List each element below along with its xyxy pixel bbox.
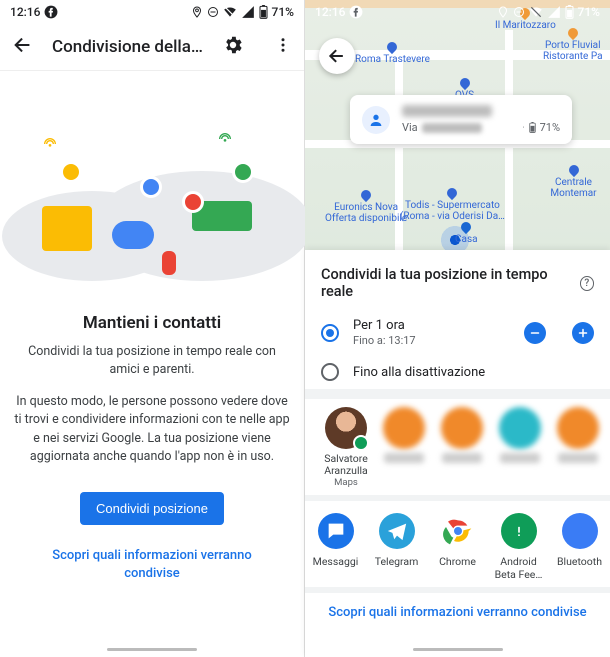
contact-name xyxy=(500,453,540,463)
map-poi[interactable]: Todis - Supermercato(Roma - via Oderisi … xyxy=(400,188,505,222)
contact-item[interactable]: Salvatore AranzullaMaps xyxy=(317,407,375,489)
apps-row[interactable]: MessaggiTelegramChromeAndroid Beta Fee…B… xyxy=(305,501,610,587)
app-item-chrome[interactable]: Chrome xyxy=(429,513,487,581)
map-poi[interactable]: Euronics NovaOfferta disponibile xyxy=(325,190,407,224)
status-battery: 71% xyxy=(578,5,600,19)
radio-selected-icon[interactable] xyxy=(321,324,339,342)
app-label: Chrome xyxy=(429,555,487,568)
bluetooth-icon xyxy=(562,513,598,549)
contact-item[interactable] xyxy=(491,407,549,489)
app-item-telegram[interactable]: Telegram xyxy=(368,513,426,581)
app-label: Telegram xyxy=(368,555,426,568)
location-icon xyxy=(191,6,203,18)
more-icon[interactable] xyxy=(274,36,292,58)
contact-item[interactable] xyxy=(375,407,433,489)
option-hour-label: Per 1 ora xyxy=(353,318,510,333)
location-card-meta: Via · 71% xyxy=(402,105,560,134)
status-time: 12:16 xyxy=(10,5,40,19)
learn-more-link[interactable]: Scopri quali informazioni verranno condi… xyxy=(305,593,610,632)
wifi-off-icon xyxy=(529,5,543,19)
feedback-icon xyxy=(501,513,537,549)
contact-item[interactable] xyxy=(549,407,607,489)
messages-icon xyxy=(318,513,354,549)
person-icon xyxy=(362,106,390,134)
share-bottom-sheet: Condividi la tua posizione in tempo real… xyxy=(305,250,610,657)
app-label: Messaggi xyxy=(307,555,365,568)
signal-icon xyxy=(241,5,255,19)
option-until-off-label: Fino alla disattivazione xyxy=(353,365,594,380)
app-label: Bluetooth xyxy=(551,555,609,568)
back-icon[interactable] xyxy=(12,34,34,60)
screen-share-sheet: Roma TrastevereIl MaritozzaroPorto Fluvi… xyxy=(305,0,610,657)
contact-name xyxy=(442,453,482,463)
location-card-name-redacted xyxy=(402,105,492,117)
heading: Mantieni i contatti xyxy=(0,313,304,333)
map-poi[interactable]: Porto FluvialRistorante Pa xyxy=(543,28,603,62)
sheet-title-row: Condividi la tua posizione in tempo real… xyxy=(305,250,610,310)
sheet-title: Condividi la tua posizione in tempo real… xyxy=(321,266,572,300)
status-battery: 71% xyxy=(272,5,294,19)
maps-badge-icon xyxy=(353,435,369,451)
contacts-row[interactable]: Salvatore AranzullaMaps xyxy=(305,399,610,495)
contact-name xyxy=(384,453,424,463)
separator xyxy=(305,389,610,399)
option-until-off[interactable]: Fino alla disattivazione xyxy=(305,355,610,389)
status-bar: 12:16 71% xyxy=(305,0,610,24)
contact-name xyxy=(558,453,598,463)
map-poi[interactable]: Centrale Montemar xyxy=(537,165,610,199)
wifi-off-icon xyxy=(223,5,237,19)
dnd-icon xyxy=(513,6,525,18)
page-title: Condivisione della posi… xyxy=(52,37,204,57)
option-hour-sub: Fino a: 13:17 xyxy=(353,334,510,347)
facebook-icon xyxy=(349,5,363,19)
back-button[interactable] xyxy=(319,38,355,74)
radio-unselected-icon[interactable] xyxy=(321,363,339,381)
help-icon[interactable]: ? xyxy=(580,276,594,291)
gear-icon[interactable] xyxy=(222,34,244,60)
addr-redacted xyxy=(422,123,482,133)
map-poi[interactable]: Casa xyxy=(455,222,478,245)
signal-icon xyxy=(547,5,561,19)
telegram-icon xyxy=(379,513,415,549)
battery-icon xyxy=(259,5,268,19)
battery-icon xyxy=(565,5,574,19)
screen-sharing-intro: 12:16 71% Condivisione della posi… xyxy=(0,0,305,657)
map-poi[interactable]: Roma Trastevere xyxy=(355,42,430,65)
nav-pill xyxy=(413,648,503,651)
increase-button[interactable] xyxy=(572,322,594,344)
app-item-bluetooth[interactable]: Bluetooth xyxy=(551,513,609,581)
contact-item[interactable] xyxy=(433,407,491,489)
app-item-feedback[interactable]: Android Beta Fee… xyxy=(490,513,548,581)
share-location-button[interactable]: Condividi posizione xyxy=(80,492,224,525)
contact-sub: Maps xyxy=(317,478,375,489)
battery-icon xyxy=(529,122,536,133)
learn-more-link[interactable]: Scopri quali informazioni verranno condi… xyxy=(0,547,304,583)
contact-name: Salvatore Aranzulla xyxy=(317,453,375,477)
illustration xyxy=(0,101,304,301)
decrease-button[interactable] xyxy=(524,322,546,344)
addr-prefix: Via xyxy=(402,121,418,134)
nav-pill xyxy=(107,648,197,651)
topbar: Condivisione della posi… xyxy=(0,24,304,71)
location-icon xyxy=(497,6,509,18)
description-1: Condividi la tua posizione in tempo real… xyxy=(0,343,304,379)
status-time: 12:16 xyxy=(315,5,345,19)
option-hour[interactable]: Per 1 ora Fino a: 13:17 xyxy=(305,310,610,355)
facebook-icon xyxy=(44,5,58,19)
location-card[interactable]: Via · 71% xyxy=(350,95,572,144)
dnd-icon xyxy=(207,6,219,18)
chrome-icon xyxy=(440,513,476,549)
card-battery: 71% xyxy=(540,121,560,134)
app-item-messages[interactable]: Messaggi xyxy=(307,513,365,581)
app-label: Android Beta Fee… xyxy=(490,555,548,581)
description-2: In questo modo, le persone possono veder… xyxy=(0,393,304,466)
status-bar: 12:16 71% xyxy=(0,0,304,24)
